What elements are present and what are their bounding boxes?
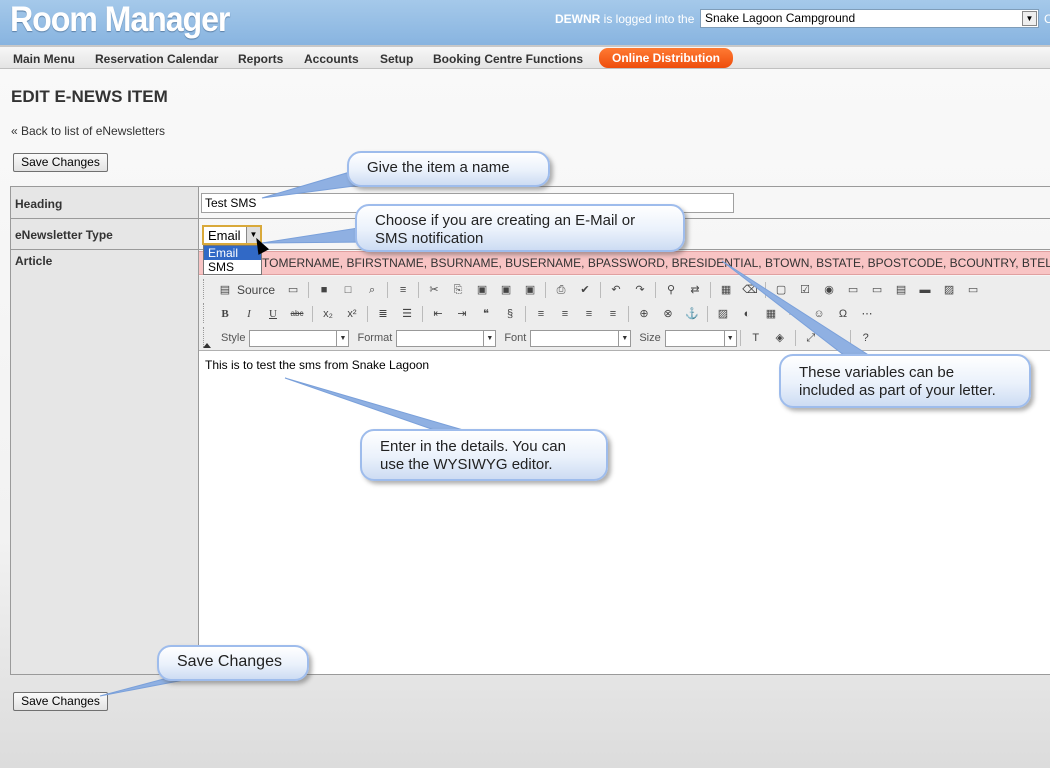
pointer-type [261, 227, 369, 244]
callout-variables: These variables can be included as part … [779, 354, 1031, 408]
callout-type: Choose if you are creating an E-Mail or … [355, 204, 685, 252]
pointer-details [284, 377, 471, 433]
pointer-variables [721, 260, 872, 357]
callout-name: Give the item a name [347, 151, 550, 187]
callout-details: Enter in the details. You can use the WY… [360, 429, 608, 481]
callout-save: Save Changes [157, 645, 309, 681]
